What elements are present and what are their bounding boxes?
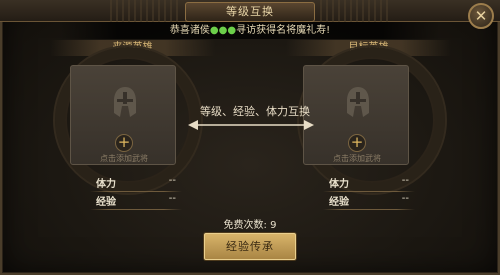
double-arrow-icon xyxy=(188,120,314,130)
stat-label: 经验 xyxy=(329,197,349,208)
title-ornament-left xyxy=(110,0,180,22)
announcement-banner: 恭喜诸侯●●●寻访获得名将魔礼寿! xyxy=(60,22,440,39)
stat-value: -- xyxy=(168,193,176,204)
source-stat-stamina: 体力 -- xyxy=(90,175,182,192)
helmet-icon xyxy=(347,87,369,117)
stat-label: 体力 xyxy=(96,179,116,190)
stat-label: 经验 xyxy=(96,197,116,208)
swap-description: 等级、经验、体力互换 xyxy=(200,105,310,118)
stat-label: 体力 xyxy=(329,179,349,190)
target-stat-stamina: 体力 -- xyxy=(323,175,415,192)
plus-icon[interactable]: + xyxy=(348,134,366,152)
target-slot-hint: 点击添加武将 xyxy=(333,154,381,163)
experience-inherit-button[interactable]: 经验传承 xyxy=(204,233,296,260)
helmet-icon xyxy=(114,87,136,117)
source-hero-slot[interactable]: + 点击添加武将 xyxy=(70,65,176,165)
stat-value: -- xyxy=(401,175,409,186)
target-hero-slot[interactable]: + 点击添加武将 xyxy=(303,65,409,165)
title-ornament-right xyxy=(320,0,390,22)
source-stat-experience: 经验 -- xyxy=(90,193,182,210)
announcement-suffix: 寻访获得名将魔礼寿! xyxy=(236,25,331,36)
announcement-prefix: 恭喜诸侯 xyxy=(169,25,210,36)
stat-value: -- xyxy=(168,175,176,186)
announcement-player: ●●● xyxy=(209,25,237,36)
close-icon: ✕ xyxy=(474,7,488,25)
dialog-title: 等级互换 xyxy=(185,2,315,22)
target-stat-experience: 经验 -- xyxy=(323,193,415,210)
plus-icon[interactable]: + xyxy=(115,134,133,152)
title-bar: 等级互换 xyxy=(0,0,500,22)
source-slot-hint: 点击添加武将 xyxy=(100,154,148,163)
stat-value: -- xyxy=(401,193,409,204)
free-attempts-count: 免费次数: 9 xyxy=(223,220,277,231)
close-button[interactable]: ✕ xyxy=(468,3,494,29)
